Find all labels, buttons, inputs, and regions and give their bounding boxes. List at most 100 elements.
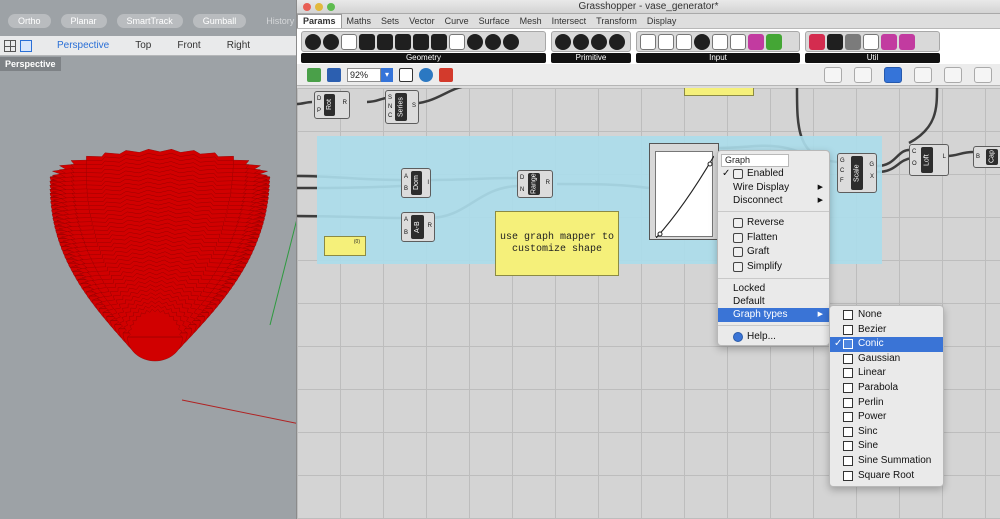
relay-icon[interactable]: [827, 33, 843, 50]
tab-display[interactable]: Display: [642, 15, 682, 28]
tab-params[interactable]: Params: [297, 14, 342, 28]
minimize-icon[interactable]: [315, 3, 323, 11]
save-icon[interactable]: [327, 67, 341, 82]
graph-type-bezier[interactable]: Bezier: [830, 323, 943, 338]
graph-mapper-icon[interactable]: [712, 33, 728, 50]
zoom-dropdown-icon[interactable]: ▾: [381, 67, 393, 82]
ortho-toggle[interactable]: Ortho: [8, 14, 51, 28]
graph-type-gaussian[interactable]: Gaussian: [830, 352, 943, 367]
open-icon[interactable]: [307, 67, 321, 82]
graph-type-square-root[interactable]: Square Root: [830, 469, 943, 484]
subtraction-component[interactable]: AB A-B R: [401, 212, 435, 242]
tab-curve[interactable]: Curve: [440, 15, 474, 28]
boolean-toggle-icon[interactable]: [640, 33, 656, 50]
graph-type-power[interactable]: Power: [830, 410, 943, 425]
menu-item-enabled[interactable]: ✓ Enabled: [718, 167, 829, 181]
tab-vector[interactable]: Vector: [404, 15, 440, 28]
domain-component[interactable]: AB Dom I: [401, 168, 431, 198]
tab-surface[interactable]: Surface: [474, 15, 515, 28]
plane-param-icon[interactable]: [413, 33, 429, 50]
preview-eye-icon[interactable]: [419, 67, 433, 82]
box-param-icon[interactable]: [449, 33, 465, 50]
menu-item-reverse[interactable]: Reverse: [718, 216, 829, 230]
graph-type-sine-summation[interactable]: Sine Summation: [830, 454, 943, 469]
note-panel-top[interactable]: [684, 88, 754, 96]
gumball-toggle[interactable]: Gumball: [192, 14, 247, 28]
range-component[interactable]: DN Range R: [517, 170, 553, 198]
graph-mapper-plot[interactable]: [655, 151, 715, 239]
text-param-icon[interactable]: [609, 33, 625, 50]
input-label[interactable]: Input: [636, 53, 800, 63]
gradient-icon[interactable]: [748, 33, 764, 50]
integer-param-icon[interactable]: [555, 33, 571, 50]
series-component[interactable]: SNC Series S: [385, 90, 419, 124]
data-dam-icon[interactable]: [845, 33, 861, 50]
graph-type-conic[interactable]: ✓ Conic: [830, 337, 943, 352]
tab-intersect[interactable]: Intersect: [547, 15, 592, 28]
menu-item-help[interactable]: Help...: [718, 330, 829, 344]
shaded-preview-icon[interactable]: [884, 67, 902, 83]
digit-scroller-icon[interactable]: [694, 33, 710, 50]
menu-item-flatten[interactable]: Flatten: [718, 231, 829, 245]
surface-param-icon[interactable]: [431, 33, 447, 50]
tab-mesh[interactable]: Mesh: [515, 15, 547, 28]
domain-param-icon[interactable]: [591, 33, 607, 50]
tab-sets[interactable]: Sets: [376, 15, 404, 28]
zoom-field[interactable]: 92%: [347, 67, 381, 82]
geometry-label[interactable]: Geometry: [301, 53, 546, 63]
component-name-field[interactable]: Graph: [721, 154, 789, 167]
wireframe-preview-icon[interactable]: [854, 67, 872, 83]
graph-type-parabola[interactable]: Parabola: [830, 381, 943, 396]
tab-top[interactable]: Top: [122, 40, 164, 51]
loft-component[interactable]: CO Loft L: [909, 144, 949, 176]
vase-render[interactable]: [0, 57, 300, 519]
selected-only-icon[interactable]: [914, 67, 932, 83]
mesh-param-icon[interactable]: [485, 33, 501, 50]
field-param-icon[interactable]: [503, 33, 519, 50]
close-icon[interactable]: [303, 3, 311, 11]
md-slider-icon[interactable]: [766, 33, 782, 50]
cluster-icon[interactable]: [863, 33, 879, 50]
menu-item-simplify[interactable]: Simplify: [718, 260, 829, 274]
tab-perspective[interactable]: Perspective: [44, 40, 122, 51]
tab-transform[interactable]: Transform: [591, 15, 642, 28]
cap-component[interactable]: B Cap: [973, 146, 1000, 168]
jump-icon[interactable]: [899, 33, 915, 50]
graph-type-perlin[interactable]: Perlin: [830, 396, 943, 411]
util-label[interactable]: Util: [805, 53, 940, 63]
tab-maths[interactable]: Maths: [342, 15, 377, 28]
arc-param-icon[interactable]: [359, 33, 375, 50]
point-param-icon[interactable]: [305, 33, 321, 50]
brep-param-icon[interactable]: [467, 33, 483, 50]
tab-front[interactable]: Front: [164, 40, 213, 51]
graph-type-sinc[interactable]: Sinc: [830, 425, 943, 440]
zoom-icon[interactable]: [327, 3, 335, 11]
slider-icon[interactable]: [676, 33, 692, 50]
graph-type-none[interactable]: None: [830, 308, 943, 323]
sketch-icon[interactable]: [439, 67, 453, 82]
document-preview-icon[interactable]: [944, 67, 962, 83]
mesh-quality-icon[interactable]: [974, 67, 992, 83]
rotate-component[interactable]: DP Rot R: [314, 91, 350, 119]
zoom-extents-icon[interactable]: [399, 67, 413, 82]
four-viewports-icon[interactable]: [4, 39, 16, 52]
number-param-icon[interactable]: [573, 33, 589, 50]
single-viewport-icon[interactable]: [20, 39, 32, 52]
menu-item-graph-types[interactable]: Graph types ▶: [718, 308, 829, 322]
smarttrack-toggle[interactable]: SmartTrack: [116, 14, 183, 28]
circle-param-icon[interactable]: [341, 33, 357, 50]
primitive-label[interactable]: Primitive: [551, 53, 631, 63]
menu-item-disconnect[interactable]: Disconnect ▶: [718, 194, 829, 208]
graph-type-linear[interactable]: Linear: [830, 366, 943, 381]
tab-right[interactable]: Right: [214, 40, 263, 51]
curve-param-icon[interactable]: [377, 33, 393, 50]
value-list-icon[interactable]: [730, 33, 746, 50]
planar-toggle[interactable]: Planar: [60, 14, 107, 28]
vector-param-icon[interactable]: [323, 33, 339, 50]
button-icon[interactable]: [658, 33, 674, 50]
line-param-icon[interactable]: [395, 33, 411, 50]
graph-mapper-component[interactable]: [649, 143, 719, 240]
menu-item-wire-display[interactable]: Wire Display ▶: [718, 181, 829, 195]
annotation-note[interactable]: use graph mapper to customize shape: [495, 211, 619, 276]
flask-icon[interactable]: [881, 33, 897, 50]
